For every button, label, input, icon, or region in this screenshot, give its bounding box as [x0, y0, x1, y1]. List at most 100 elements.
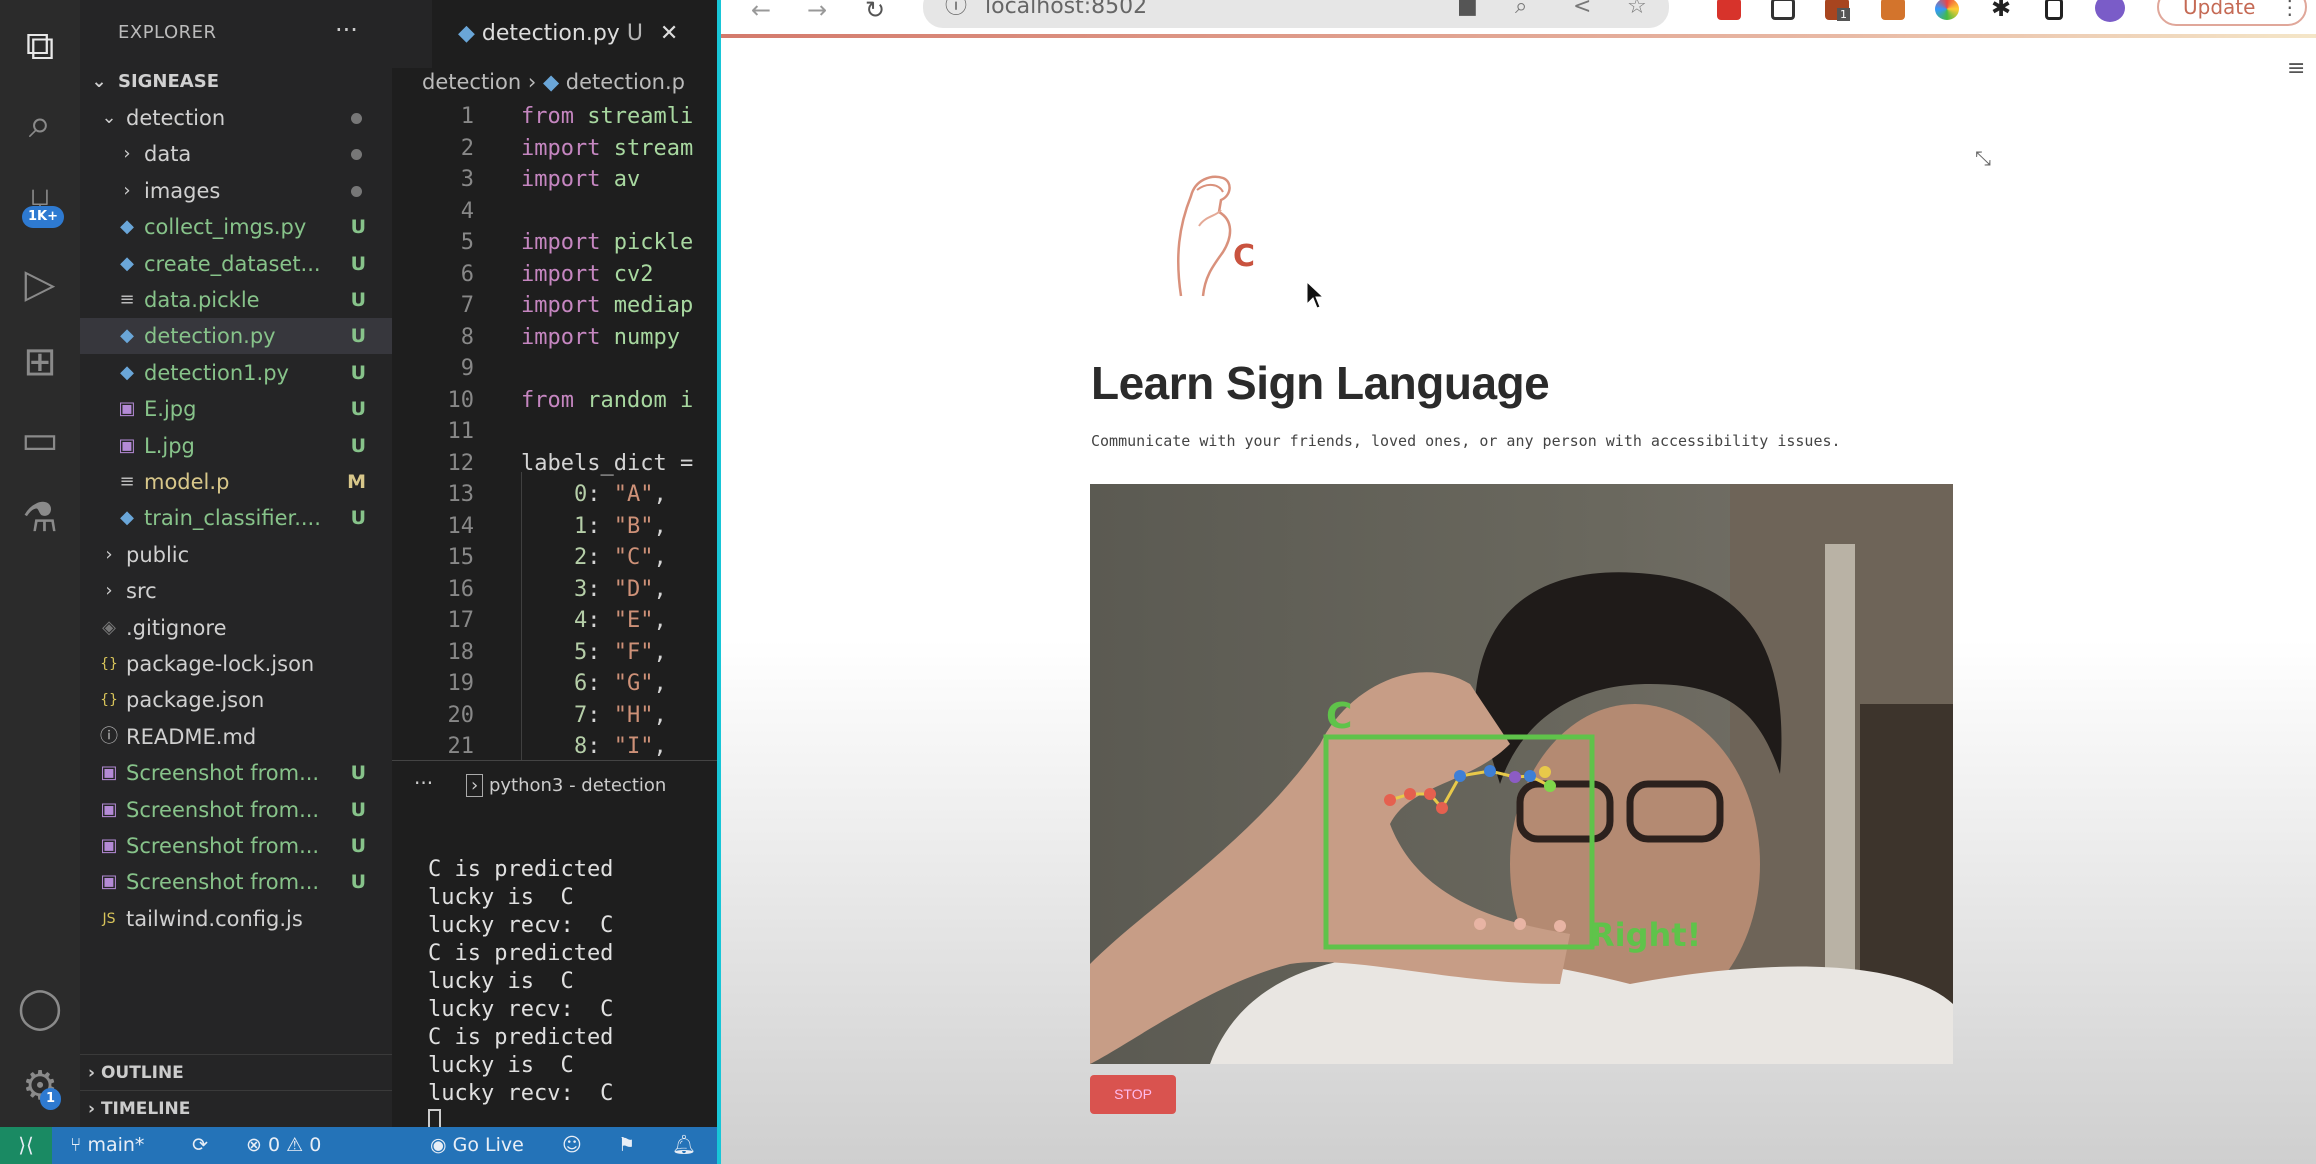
tree-item[interactable]: ◆ collect_imgs.py U — [80, 209, 392, 245]
tree-item[interactable]: ⓘ README.md — [80, 719, 392, 755]
code-token: av — [613, 167, 641, 192]
image-icon: ▣ — [118, 434, 136, 456]
tree-item[interactable]: › src — [80, 573, 392, 609]
copilot-icon[interactable]: ☺ — [562, 1127, 582, 1164]
more-icon[interactable]: ··· — [414, 771, 433, 795]
tree-item[interactable]: ◆ detection.py U — [80, 318, 392, 355]
tree-item[interactable]: › public — [80, 537, 392, 573]
project-root[interactable]: ⌄ SIGNEASE — [80, 64, 392, 100]
tree-item-label: data — [144, 142, 192, 167]
testing-icon[interactable]: ⚗ — [14, 492, 66, 544]
code-line: import mediap — [521, 293, 693, 318]
tree-item-label: Screenshot from... — [126, 834, 320, 858]
problems-button[interactable]: ⊗ 0 ⚠ 0 — [246, 1127, 321, 1164]
tree-item[interactable]: ▣ Screenshot from... U — [80, 755, 392, 791]
extensions-puzzle-icon[interactable]: ✱ — [1991, 0, 2011, 22]
tree-item[interactable]: ≡ model.p M — [80, 464, 392, 500]
file-icon: ≡ — [119, 471, 135, 492]
remote-explorer-icon[interactable]: ▭ — [14, 414, 66, 466]
code-token: 0 — [573, 482, 588, 507]
tree-item[interactable]: ⌄ detection — [80, 100, 392, 136]
tree-item[interactable]: ▣ L.jpg U — [80, 428, 392, 464]
explorer-title: EXPLORER — [118, 22, 217, 43]
extension-icon[interactable] — [1771, 0, 1795, 20]
share-icon[interactable]: < — [1573, 0, 1591, 28]
code-token: , — [653, 513, 667, 539]
account-icon[interactable]: ◯ — [14, 982, 66, 1034]
code-token: import — [521, 293, 614, 318]
extensions-icon[interactable]: ⊞ — [14, 336, 66, 388]
notifications-bell-icon[interactable]: 🔔︎ — [672, 1127, 696, 1164]
camera-icon[interactable]: ■ — [1457, 0, 1478, 28]
avatar[interactable] — [2095, 0, 2125, 22]
tree-item[interactable]: › images — [80, 173, 392, 209]
git-branch-icon: ⑂ — [70, 1134, 88, 1156]
tree-item[interactable]: ▣ E.jpg U — [80, 391, 392, 427]
side-panel-icon[interactable] — [2045, 0, 2063, 20]
run-debug-icon[interactable]: ▷ — [14, 258, 66, 310]
code-token: , — [653, 576, 667, 602]
tree-item[interactable]: ≡ data.pickle U — [80, 282, 392, 318]
menu-icon[interactable]: ≡ — [2287, 56, 2305, 81]
sync-icon[interactable]: ⟳ — [192, 1127, 208, 1164]
breadcrumb-folder[interactable]: detection — [422, 70, 521, 94]
update-button[interactable]: Update ⋮ — [2157, 0, 2307, 26]
bookmark-star-icon[interactable]: ☆ — [1627, 0, 1647, 28]
terminal-tab[interactable]: › python3 - detection — [466, 774, 666, 797]
code-token: , — [653, 734, 667, 759]
tree-item[interactable]: ◆ train_classifier.... U — [80, 500, 392, 536]
go-live-button[interactable]: ◉ Go Live — [430, 1127, 524, 1164]
breadcrumb-file[interactable]: detection.p — [566, 70, 685, 94]
close-icon[interactable]: ✕ — [660, 21, 678, 46]
forward-icon[interactable]: → — [807, 0, 827, 22]
tree-item[interactable]: ◆ create_dataset... U — [80, 246, 392, 282]
reload-icon[interactable]: ↻ — [865, 0, 885, 22]
folder-icon: › — [123, 143, 131, 165]
tree-item[interactable]: ▣ Screenshot from... U — [80, 864, 392, 900]
warning-icon: ⚠ — [286, 1134, 310, 1156]
tree-item[interactable]: {} package.json — [80, 682, 392, 718]
python-file-icon: ◆ — [542, 70, 560, 94]
git-status: U — [350, 871, 366, 894]
tree-item[interactable]: › data — [80, 136, 392, 172]
timeline-section[interactable]: › TIMELINE — [80, 1090, 392, 1126]
tab-detection-py[interactable]: ◆ detection.py U ✕ — [432, 0, 718, 68]
outline-section[interactable]: › OUTLINE — [80, 1054, 392, 1090]
extension-icon[interactable] — [1717, 0, 1741, 20]
code-editor: ◆ detection.py U ✕ detection › ◆ detecti… — [392, 0, 718, 760]
search-icon[interactable]: ⌕ — [14, 98, 66, 150]
stop-button[interactable]: STOP — [1090, 1075, 1176, 1114]
line-number: 13 — [447, 482, 475, 507]
extension-badge: 1 — [1837, 8, 1850, 21]
loading-bar — [721, 34, 2316, 38]
code-line: 8: "I", — [521, 734, 667, 759]
more-actions-icon[interactable]: ··· — [335, 16, 358, 44]
branch-button[interactable]: ⑂ main* — [70, 1127, 144, 1164]
feedback-icon[interactable]: ⚑ — [618, 1127, 635, 1164]
tree-item[interactable]: ◈ .gitignore — [80, 610, 392, 646]
code-token: , — [653, 671, 667, 696]
tree-item[interactable]: {} package-lock.json — [80, 646, 392, 682]
terminal-line: lucky recv: C — [428, 1081, 614, 1106]
code-token: import — [521, 230, 614, 255]
extension-icon[interactable] — [1881, 0, 1905, 20]
extension-icon[interactable] — [1935, 0, 1959, 20]
code-line: 2: "C", — [521, 545, 667, 570]
address-bar[interactable]: ⓘ localhost:8502 ■ ⌕ < ☆ — [923, 0, 1669, 28]
code-token: import — [521, 167, 614, 192]
line-number: 12 — [447, 450, 475, 476]
code-token: 1 — [573, 513, 588, 539]
tree-item[interactable]: ▣ Screenshot from... U — [80, 828, 392, 864]
sign-language-logo: C — [1161, 166, 1281, 304]
tree-item[interactable]: ▣ Screenshot from... U — [80, 792, 392, 828]
line-number: 18 — [447, 639, 475, 665]
tree-item[interactable]: JS tailwind.config.js — [80, 901, 392, 937]
remote-icon[interactable]: ⟩⟨ — [0, 1127, 52, 1164]
tree-item[interactable]: ◆ detection1.py U — [80, 355, 392, 391]
explorer-icon[interactable]: ⧉ — [14, 20, 66, 72]
back-icon[interactable]: ← — [751, 0, 771, 22]
code-token: numpy — [613, 324, 694, 350]
fullscreen-icon[interactable]: ⤡ — [1975, 146, 1991, 170]
zoom-icon[interactable]: ⌕ — [1515, 0, 1527, 28]
